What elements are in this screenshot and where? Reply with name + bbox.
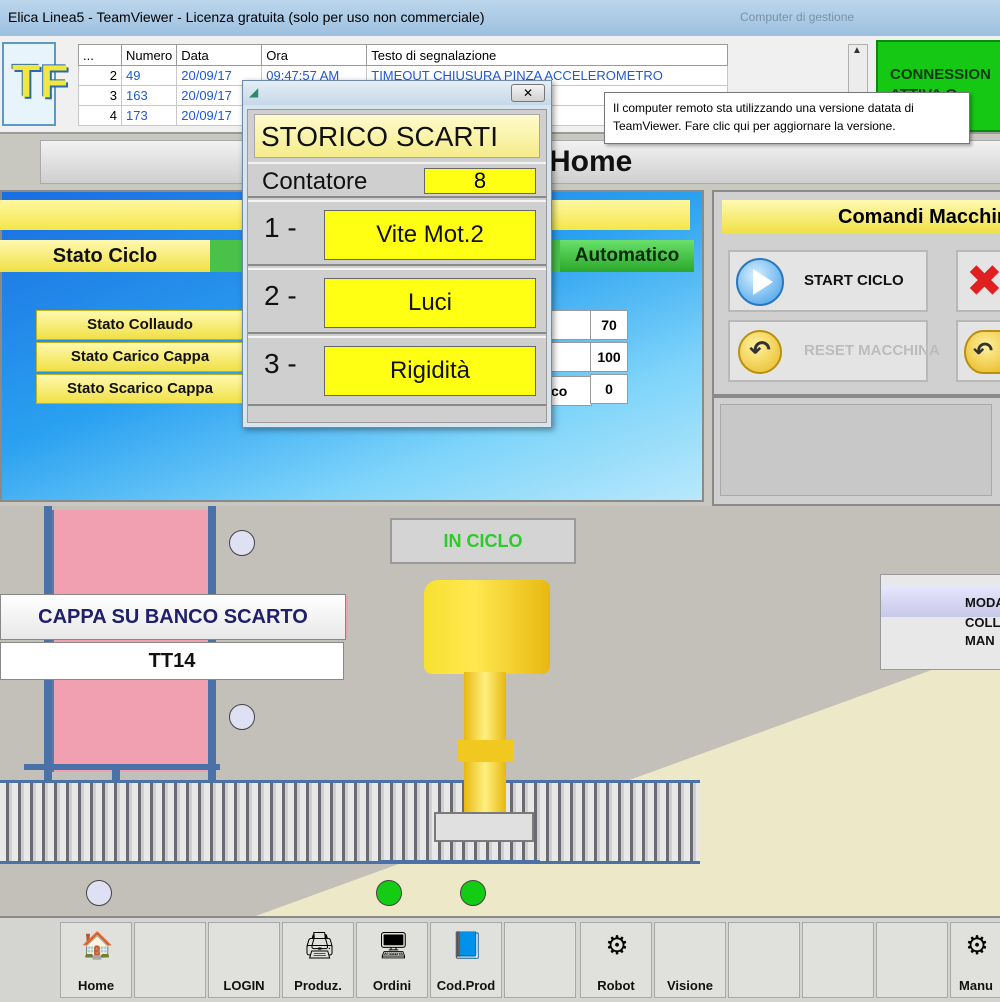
contatore-value: 8 [424,168,536,194]
ordini-button[interactable]: 🖥 Ordini [356,922,428,998]
rail-base [24,764,220,770]
product-code: TT14 [0,642,344,680]
sensor-indicator [86,880,112,906]
login-button[interactable]: LOGIN [208,922,280,998]
tooltip-line2: TeamViewer. Fare clic qui per aggiornare… [613,119,896,133]
codprod-button[interactable]: 📘 Cod.Prod [430,922,502,998]
mode-line3: MAN [965,633,995,648]
connection-status-line1: CONNESSION [890,66,991,83]
comandi-macchina-title: Comandi Macchina [722,200,1000,234]
toolbar-empty-slot[interactable] [728,922,800,998]
robot-button[interactable]: ⚙ Robot [580,922,652,998]
col-header-index: ... [78,44,122,66]
start-ciclo-button[interactable]: START CICLO [728,250,928,312]
conveyor [0,780,700,864]
ghost-title: Computer di gestione [740,10,855,24]
produzione-button[interactable]: 🖨 Produz. [282,922,354,998]
stato-scarico-value: 0 [590,374,628,404]
page-title: Home [549,145,633,178]
stato-collaudo-value: 70 [590,310,628,340]
dialog-body: STORICO SCARTI Contatore 8 1 - Vite Mot.… [247,109,547,423]
stato-carico-cappa-label: Stato Carico Cappa [36,342,244,372]
scrap-bench [52,510,212,772]
back-button[interactable]: ↶ [956,320,1000,382]
sensor-indicator-active [460,880,486,906]
back-arrow-icon: ↶ [964,330,1000,374]
stato-carico-field [548,342,592,372]
toolbar-empty-slot[interactable] [876,922,948,998]
scarto-item-1: Vite Mot.2 [324,210,536,260]
cappa-banco-scarto-label: CAPPA SU BANCO SCARTO [0,594,346,640]
reset-macchina-button[interactable]: ↶ RESET MACCHINA [728,320,940,382]
toolbar-empty-slot[interactable] [802,922,874,998]
home-button[interactable]: 🏠 Home [60,922,132,998]
tooltip-line1: Il computer remoto sta utilizzando una v… [613,101,914,115]
dialog-title: STORICO SCARTI [254,114,540,158]
list-item: 3 - Rigidità [248,336,546,406]
app-icon: ◢ [249,85,259,99]
col-header-data: Data [176,44,263,66]
partial-label: co [548,376,592,406]
in-ciclo-status: IN CICLO [390,518,576,564]
reset-arrow-icon: ↶ [738,330,782,374]
close-icon[interactable]: ✕ [511,84,545,102]
reset-macchina-label: RESET MACCHINA [804,342,940,359]
toolbar-empty-slot[interactable] [134,922,206,998]
scarto-item-3: Rigidità [324,346,536,396]
stato-ciclo-indicator [210,240,246,272]
gear-icon: ⚙ [965,930,989,960]
window-title: Elica Linea5 - TeamViewer - Licenza grat… [8,9,485,25]
stop-button[interactable]: ✖ [956,250,1000,312]
stato-ciclo-label: Stato Ciclo [0,240,210,272]
sensor-indicator-active [376,880,402,906]
manuale-button[interactable]: ⚙ Manu [950,922,1000,998]
contatore-label: Contatore [262,168,368,195]
window-titlebar[interactable]: Elica Linea5 - TeamViewer - Licenza grat… [0,0,1000,37]
stato-carico-value: 100 [590,342,628,372]
stato-collaudo-label: Stato Collaudo [36,310,244,340]
app-logo: TF [2,42,68,126]
col-header-numero: Numero [120,44,178,66]
production-icon: 🖨 [303,930,337,960]
orders-icon: 🖥 [377,930,411,960]
robot-head [424,580,550,674]
start-ciclo-label: START CICLO [804,272,904,289]
play-icon [736,258,784,306]
visione-button[interactable]: Visione [654,922,726,998]
storico-scarti-dialog[interactable]: ◢ ✕ STORICO SCARTI Contatore 8 1 - Vite … [242,80,552,428]
scroll-up-icon[interactable]: ▲ [852,45,862,56]
sensor-indicator [229,704,255,730]
list-item: 2 - Luci [248,268,546,334]
col-header-testo: Testo di segnalazione [366,44,728,66]
home-icon: 🏠 [81,930,114,960]
robot-gripper [434,812,534,842]
contatore-row: Contatore 8 [248,162,546,198]
book-icon: 📘 [451,930,484,960]
mode-line1: MODA [965,595,1000,610]
robot-icon: ⚙ [605,930,629,960]
scarto-item-2: Luci [324,278,536,328]
mode-line2: COLL [965,615,1000,630]
list-item: 1 - Vite Mot.2 [248,200,546,266]
dialog-titlebar[interactable]: ◢ ✕ [243,81,551,105]
stato-scarico-cappa-label: Stato Scarico Cappa [36,374,244,404]
stato-collaudo-field [548,310,592,340]
sensor-indicator [229,530,255,556]
mode-panel: MODA COLL MAN [880,574,1000,670]
automatico-status[interactable]: Automatico [560,240,694,272]
info-panel [712,396,1000,506]
col-header-ora: Ora [261,44,368,66]
teamviewer-update-tooltip[interactable]: Il computer remoto sta utilizzando una v… [604,92,970,144]
toolbar-empty-slot[interactable] [504,922,576,998]
bottom-toolbar: 🏠 Home LOGIN 🖨 Produz. 🖥 Ordini 📘 Cod.Pr… [0,916,1000,1002]
stop-x-icon: ✖ [966,256,1000,307]
